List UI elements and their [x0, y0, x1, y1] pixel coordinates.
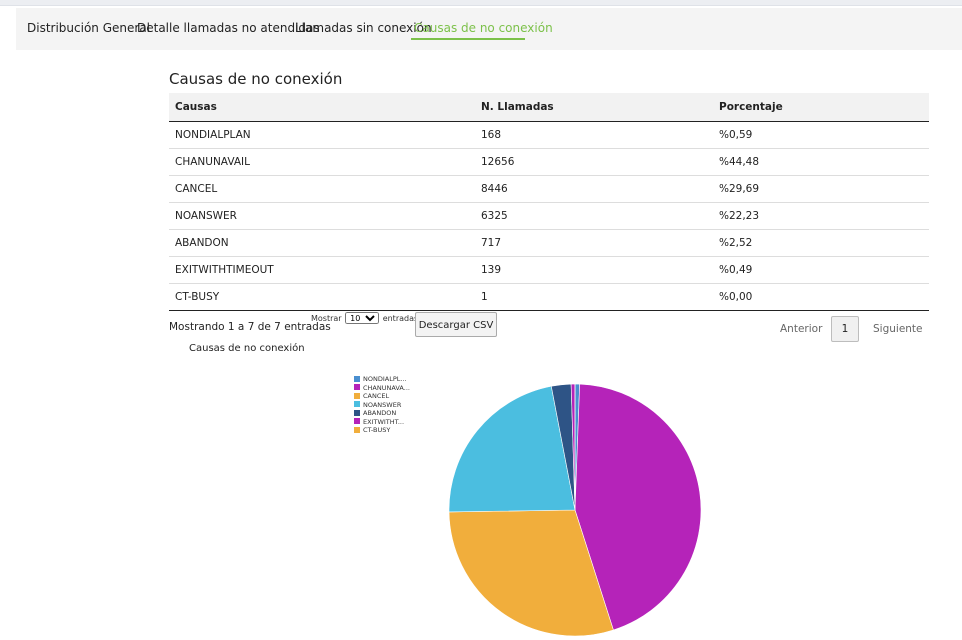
pie-chart — [448, 383, 702, 637]
pie-slices — [448, 383, 702, 637]
